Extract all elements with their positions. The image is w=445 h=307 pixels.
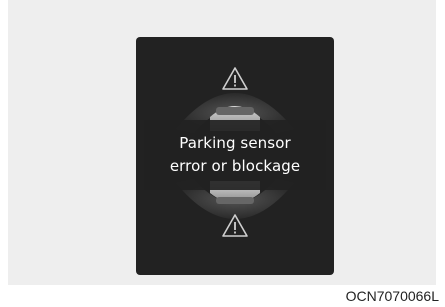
warning-message-line1: Parking sensor <box>179 134 291 152</box>
figure-code: OCN7070066L <box>345 288 439 304</box>
figure-panel: Parking sensor error or blockage <box>8 0 436 285</box>
cluster-display: Parking sensor error or blockage <box>136 37 334 275</box>
warning-triangle-icon-top <box>222 67 248 90</box>
warning-message-box: Parking sensor error or blockage <box>144 120 326 190</box>
warning-message-line2: error or blockage <box>169 157 301 175</box>
